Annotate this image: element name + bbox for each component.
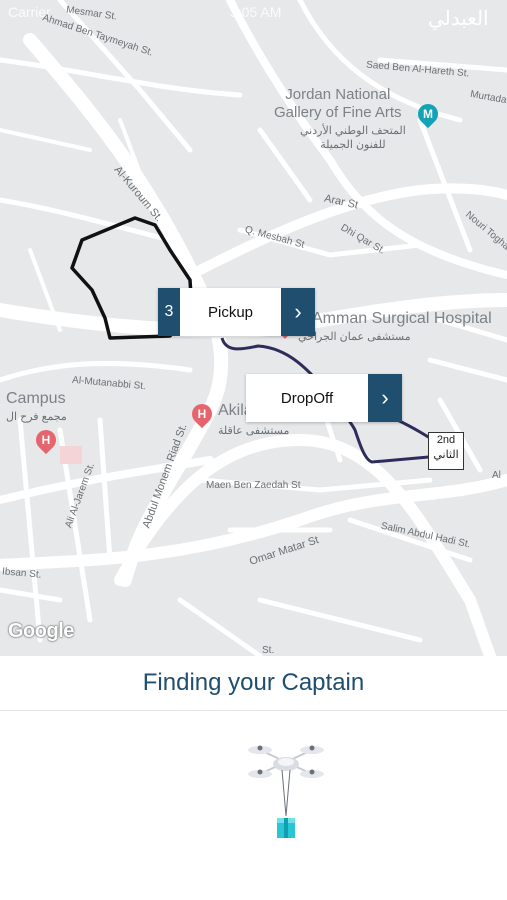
pickup-label: Pickup xyxy=(207,303,254,321)
museum-pin-icon[interactable]: M xyxy=(413,99,443,129)
akila-hospital-pin-icon[interactable]: H xyxy=(187,399,217,429)
district-label: العبدلي xyxy=(428,8,489,30)
road-sign-ar: الثاني xyxy=(433,449,459,461)
dropoff-callout[interactable]: DropOff › xyxy=(246,374,402,422)
street-label: Maen Ben Zaedah St xyxy=(206,480,301,491)
drone-delivery-icon xyxy=(246,740,326,849)
finding-captain-title: Finding your Captain xyxy=(0,656,507,711)
pickup-number: 3 xyxy=(158,288,180,336)
campus-hospital-pin-icon[interactable]: H xyxy=(31,425,61,455)
pickup-callout[interactable]: 3 Pickup › xyxy=(158,288,315,336)
hospital-label: Amman Surgical Hospital xyxy=(312,310,492,327)
map-view[interactable]: Carrier 3:05 AM Mesmar St. Ahmad Ben Tay… xyxy=(0,0,507,656)
campus-label: Campus xyxy=(6,390,66,407)
street-label: Al xyxy=(492,470,501,481)
hospital-area xyxy=(60,446,82,464)
road-sign: 2nd الثاني xyxy=(428,432,464,470)
google-logo[interactable]: Google xyxy=(8,620,74,643)
clock: 3:05 AM xyxy=(230,4,282,20)
chevron-right-icon[interactable]: › xyxy=(368,374,402,422)
gallery-label: Jordan National Gallery of Fine Arts xyxy=(274,86,402,121)
dropoff-label: DropOff xyxy=(280,389,334,407)
road-sign-en: 2nd xyxy=(436,434,456,446)
akila-label-ar: مستشفى عاقلة xyxy=(218,425,290,437)
campus-label-ar: مجمع فرح ال xyxy=(6,411,67,423)
street-label: St. xyxy=(262,645,275,656)
chevron-right-icon[interactable]: › xyxy=(281,288,315,336)
gallery-label-ar: المتحف الوطني الأردني للفنون الجميلة xyxy=(300,125,406,151)
